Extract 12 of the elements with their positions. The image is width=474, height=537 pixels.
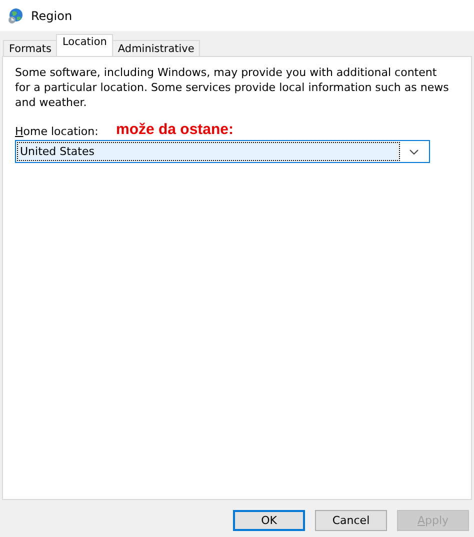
annotation-text: može da ostane: bbox=[116, 121, 234, 138]
dialog-button[interactable]: OK bbox=[233, 510, 305, 531]
tab[interactable]: Location bbox=[56, 34, 113, 56]
home-location-label: Home location: bbox=[15, 125, 100, 138]
home-location-dropdown[interactable]: United States bbox=[15, 140, 430, 163]
chevron-down-icon bbox=[409, 148, 419, 154]
dialog-button[interactable]: Cancel bbox=[315, 510, 387, 531]
window-title: Region bbox=[31, 8, 72, 22]
globe-icon bbox=[7, 8, 23, 24]
description-text: Some software, including Windows, may provide you with additional content for a particular location. Some services provide local information such as news and weather. bbox=[15, 65, 450, 110]
tab[interactable]: Formats bbox=[3, 40, 58, 56]
tab[interactable]: Administrative bbox=[112, 40, 200, 56]
